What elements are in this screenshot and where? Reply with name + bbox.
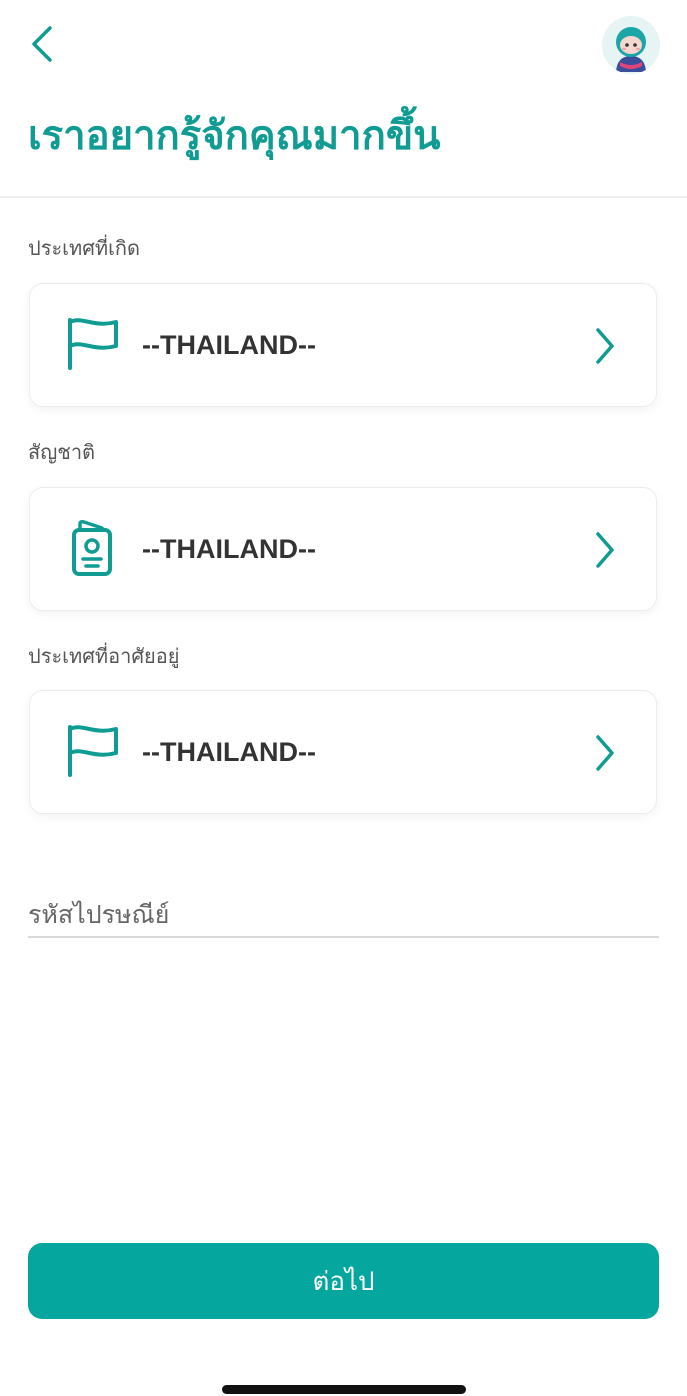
- page-title: เราอยากรู้จักคุณมากขึ้น: [28, 113, 441, 159]
- avatar-icon: [602, 16, 660, 74]
- birth-country-select[interactable]: --THAILAND--: [29, 283, 657, 407]
- birth-country-value: --THAILAND--: [142, 330, 316, 360]
- home-indicator: [222, 1385, 466, 1394]
- nationality-label: สัญชาติ: [28, 440, 96, 464]
- id-card-icon: [72, 520, 112, 576]
- flag-icon: [68, 725, 118, 777]
- next-button[interactable]: ต่อไป: [28, 1243, 659, 1319]
- nationality-select[interactable]: --THAILAND--: [29, 487, 657, 611]
- avatar[interactable]: [602, 16, 660, 74]
- birth-country-label: ประเทศที่เกิด: [28, 236, 141, 260]
- nationality-value: --THAILAND--: [142, 534, 316, 564]
- chevron-right-icon: [596, 328, 614, 364]
- chevron-right-icon: [596, 532, 614, 568]
- back-button[interactable]: [22, 22, 66, 66]
- residence-country-select[interactable]: --THAILAND--: [29, 690, 657, 814]
- flag-icon: [68, 318, 118, 370]
- chevron-right-icon: [596, 735, 614, 771]
- header: เราอยากรู้จักคุณมากขึ้น: [0, 0, 687, 198]
- chevron-left-icon: [32, 26, 52, 62]
- residence-country-label: ประเทศที่อาศัยอยู่: [28, 644, 180, 668]
- residence-country-value: --THAILAND--: [142, 737, 316, 767]
- postal-code-input[interactable]: [28, 892, 659, 938]
